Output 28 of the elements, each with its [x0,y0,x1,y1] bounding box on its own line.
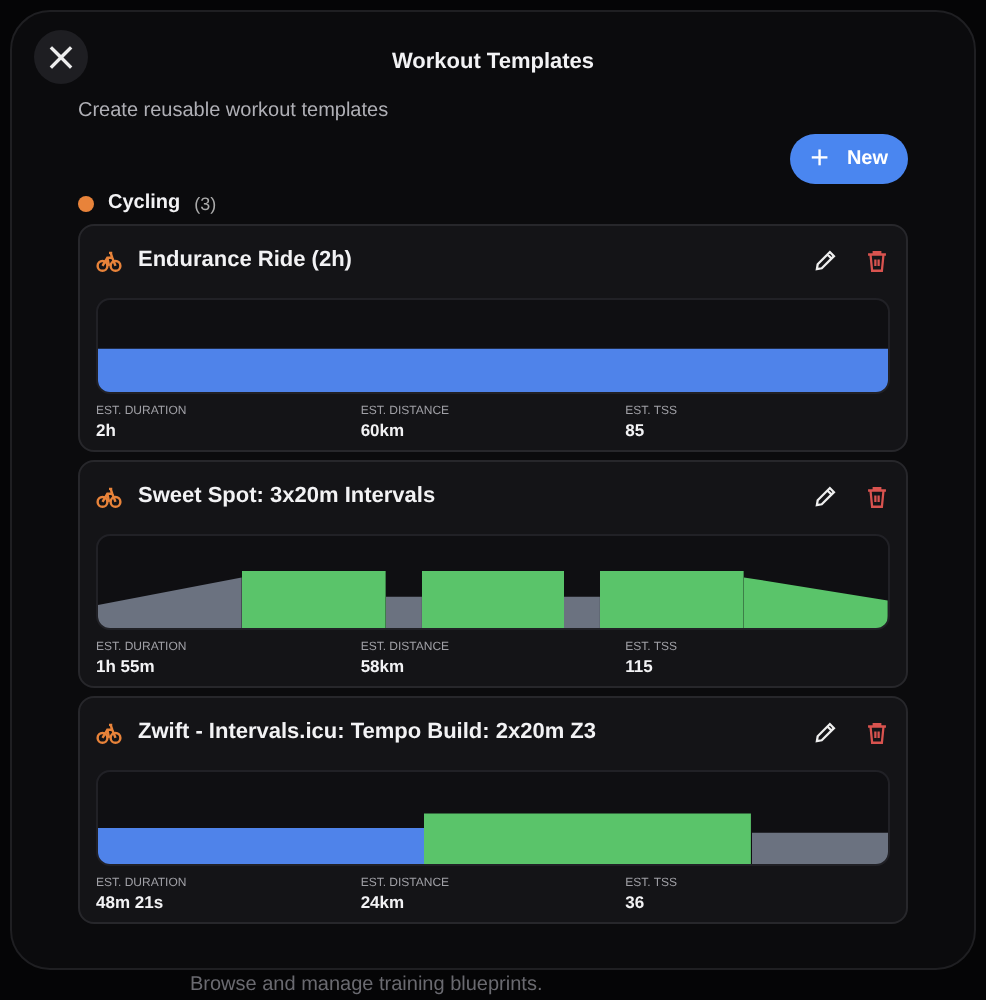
edit-icon[interactable] [812,247,838,273]
category-count: (3) [194,193,217,213]
template-name: Zwift - Intervals.icu: Tempo Build: 2x20m Z3 [138,720,599,744]
close-button[interactable]: × [34,30,88,84]
bicycle-icon [96,483,122,509]
bicycle-icon [96,247,122,273]
trash-icon[interactable] [864,719,890,745]
stat-value: 48m 21s [96,892,166,912]
new-button[interactable]: + New [790,134,908,184]
category-name: Cycling [108,192,181,214]
trash-icon[interactable] [864,247,890,273]
edit-icon[interactable] [812,483,838,509]
stat-value: 60km [360,420,407,440]
template-name: Sweet Spot: 3x20m Intervals [138,484,438,508]
dialog-subtitle: Create reusable workout templates [78,100,391,122]
dialog-title: Workout Templates [389,50,597,74]
stat-value: 85 [625,420,647,440]
stat-value: 2h [96,420,118,440]
stat-value: 58km [360,656,407,676]
stat-value: 115 [625,656,655,676]
bicycle-icon [96,719,122,745]
trash-icon[interactable] [864,483,890,509]
stat-value: 24km [360,892,407,912]
stat-value: 36 [625,892,647,912]
stat-value: 1h 55m [96,656,157,676]
template-name: Endurance Ride (2h) [138,248,354,272]
background-description: Browse and manage training blueprints. [190,974,543,996]
edit-icon[interactable] [812,719,838,745]
